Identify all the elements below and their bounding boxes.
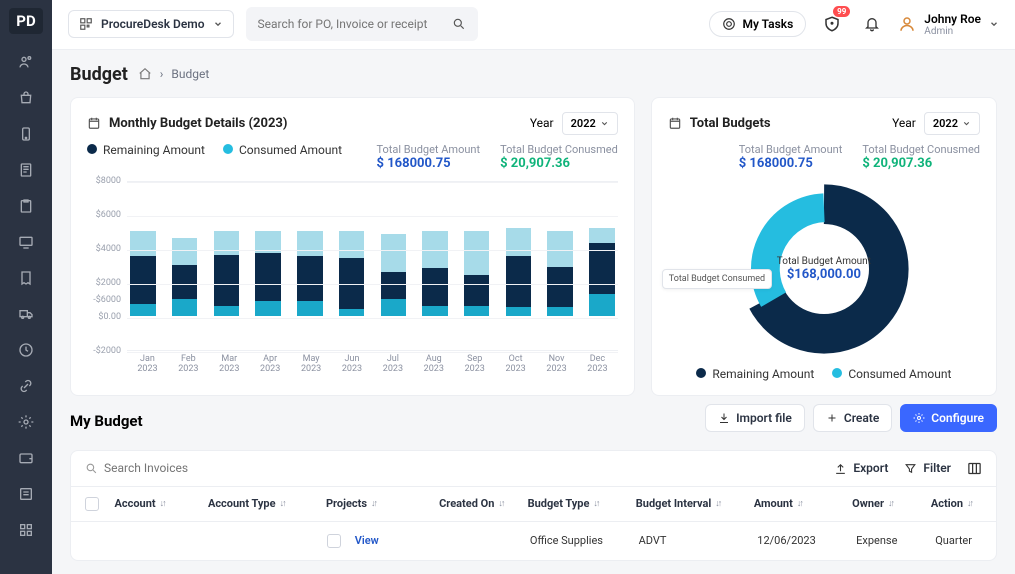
- nav-icon-time[interactable]: [18, 342, 34, 358]
- page-title: Budget: [70, 64, 128, 85]
- select-all-checkbox[interactable]: [85, 497, 99, 511]
- col-created-on[interactable]: Created On↓↑: [439, 497, 528, 510]
- calendar-icon: [87, 116, 101, 130]
- target-icon: [722, 17, 736, 31]
- col-owner[interactable]: Owner↓↑: [852, 497, 931, 510]
- help-shield-icon: [823, 15, 841, 33]
- nav-icon-receipt[interactable]: [18, 270, 34, 286]
- bell-button[interactable]: [858, 10, 886, 38]
- donut-chart: Total Budget Amount $168,000.00 Total Bu…: [668, 179, 980, 359]
- total-budget-value: $ 168000.75: [377, 156, 481, 171]
- year-select[interactable]: 2022: [562, 112, 618, 135]
- chevron-down-icon: [213, 19, 223, 29]
- export-icon: [834, 462, 847, 475]
- qr-icon: [79, 17, 93, 31]
- nav-icon-bag[interactable]: [18, 90, 34, 106]
- user-name: Johny Roe: [924, 12, 981, 26]
- org-switcher[interactable]: ProcureDesk Demo: [68, 10, 234, 38]
- import-icon: [718, 412, 730, 424]
- monthly-budget-card: Monthly Budget Details (2023) Year 2022 …: [70, 97, 635, 396]
- import-button[interactable]: Import file: [705, 404, 805, 432]
- nav-icon-list[interactable]: [18, 486, 34, 502]
- table-search[interactable]: [85, 461, 834, 475]
- total-budgets-card: Total Budgets Year 2022 Total Budget Amo…: [651, 97, 997, 396]
- gear-icon: [913, 412, 925, 424]
- nav-icon-wallet[interactable]: [18, 450, 34, 466]
- nav-icon-link[interactable]: [18, 378, 34, 394]
- search-icon: [85, 462, 98, 475]
- my-tasks-button[interactable]: My Tasks: [709, 11, 806, 37]
- nav-icon-doc[interactable]: [18, 162, 34, 178]
- my-budget-title: My Budget: [70, 412, 143, 430]
- nav-icon-phone[interactable]: [18, 126, 34, 142]
- nav-icon-grid[interactable]: [18, 522, 34, 538]
- bell-icon: [864, 16, 880, 32]
- user-role: Admin: [924, 26, 981, 37]
- bar-chart: $8000$6000$4000$2000$0.00-$2000-$6000 Ja…: [87, 181, 618, 377]
- legend-dot-remaining: [87, 144, 97, 154]
- chevron-down-icon: [962, 119, 971, 128]
- col-action[interactable]: Action↓↑: [931, 497, 982, 510]
- total-consumed-label: Total Budget Conusmed: [500, 143, 618, 156]
- notif-badge: 99: [833, 6, 850, 17]
- org-name: ProcureDesk Demo: [101, 17, 205, 31]
- donut-slice-label: Total Budget Consumed: [662, 269, 772, 289]
- app-logo[interactable]: PD: [9, 8, 43, 34]
- chevron-down-icon: [600, 119, 609, 128]
- year-label: Year: [530, 116, 554, 130]
- calendar-icon: [668, 116, 682, 130]
- legend-dot-consumed: [223, 144, 233, 154]
- my-tasks-label: My Tasks: [742, 17, 793, 31]
- filter-button[interactable]: Filter: [904, 461, 951, 475]
- col-account-type[interactable]: Account Type↓↑: [208, 497, 326, 510]
- breadcrumb-current: Budget: [171, 67, 209, 81]
- nav-icon-delivery[interactable]: [18, 306, 34, 322]
- columns-icon: [967, 461, 982, 476]
- home-icon[interactable]: [138, 67, 152, 81]
- nav-icon-screen[interactable]: [18, 234, 34, 250]
- total-title: Total Budgets: [690, 116, 771, 131]
- total-budget-label: Total Budget Amount: [377, 143, 481, 156]
- help-button[interactable]: 99: [818, 10, 846, 38]
- total-consumed-value: $ 20,907.36: [500, 156, 618, 171]
- filter-icon: [904, 462, 917, 475]
- topbar: ProcureDesk Demo My Tasks 99 Johny Roe A…: [52, 0, 1015, 50]
- table-header: Account↓↑ Account Type↓↑ Projects↓↑ Crea…: [71, 486, 996, 522]
- nav-icon-gear[interactable]: [18, 414, 34, 430]
- col-projects[interactable]: Projects↓↑: [326, 497, 439, 510]
- configure-button[interactable]: Configure: [900, 404, 997, 432]
- col-budget-type[interactable]: Budget Type↓↑: [528, 497, 636, 510]
- plus-icon: [826, 412, 838, 424]
- year-select-total[interactable]: 2022: [924, 112, 980, 135]
- user-icon: [898, 15, 916, 33]
- chevron-down-icon: [989, 19, 999, 29]
- monthly-title: Monthly Budget Details (2023): [109, 116, 287, 131]
- search-input[interactable]: [258, 17, 452, 31]
- view-link[interactable]: View: [355, 534, 379, 547]
- col-account[interactable]: Account↓↑: [115, 497, 208, 510]
- col-amount[interactable]: Amount↓↑: [754, 497, 852, 510]
- columns-button[interactable]: [967, 461, 982, 476]
- search-icon: [452, 17, 466, 31]
- left-nav: PD: [0, 0, 52, 574]
- nav-icon-people[interactable]: [18, 54, 34, 70]
- create-button[interactable]: Create: [813, 404, 892, 432]
- user-menu[interactable]: Johny Roe Admin: [898, 12, 999, 37]
- export-button[interactable]: Export: [834, 461, 888, 475]
- global-search[interactable]: [246, 7, 478, 41]
- col-budget-interval[interactable]: Budget Interval↓↑: [636, 497, 754, 510]
- row-checkbox[interactable]: [327, 534, 341, 548]
- table-row[interactable]: View Office Supplies ADVT 12/06/2023 Exp…: [71, 522, 996, 560]
- nav-icon-clip[interactable]: [18, 198, 34, 214]
- budget-table-card: Export Filter Account↓↑ Account Type↓↑ P…: [70, 450, 997, 561]
